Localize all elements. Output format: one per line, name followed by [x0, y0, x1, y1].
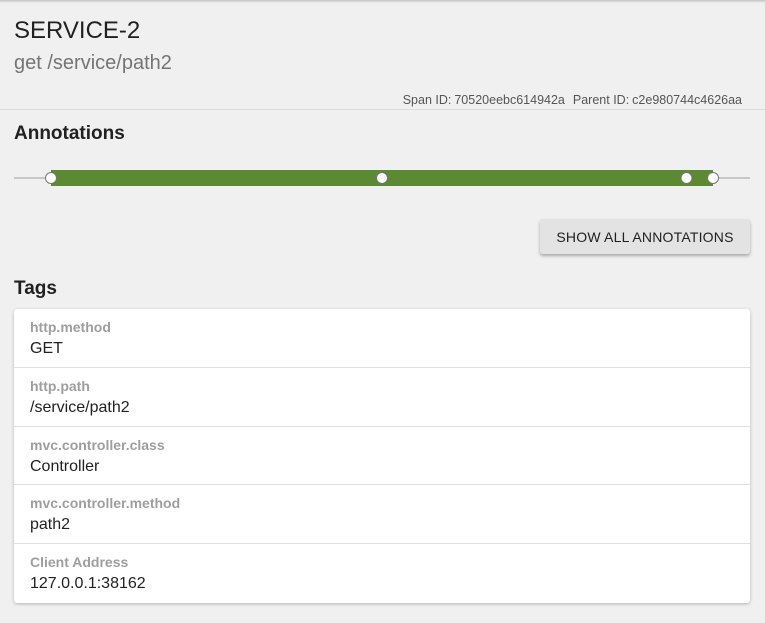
annotations-timeline [14, 170, 750, 186]
tag-row: http.path/service/path2 [14, 368, 750, 427]
tag-value: GET [30, 340, 63, 357]
tags-table: http.method GET http.path/service/path2 mvc… [14, 309, 750, 603]
parent-id-value: c2e980744c4626aa [632, 93, 742, 107]
tag-value: /service/path2 [30, 398, 130, 416]
tag-key: mvc.controller.method [30, 495, 181, 512]
tag-key: http.method [30, 319, 111, 335]
service-name: SERVICE-2 [14, 17, 141, 44]
annotation-marker[interactable] [680, 172, 693, 184]
show-all-annotations-button[interactable]: SHOW ALL ANNOTATIONS [540, 219, 750, 254]
tags-title: Tags [14, 278, 57, 299]
annotation-marker[interactable] [45, 172, 57, 184]
span-name: get /service/path2 [14, 52, 172, 74]
span-id-value: 70520eebc614942a [454, 93, 565, 107]
span-id-label: Span ID: [402, 93, 452, 107]
span-ids: Span ID: 70520eebc614942a Parent ID: c2e980… [403, 92, 742, 108]
top-shadow [0, 0, 765, 3]
parent-id-label: Parent ID: [572, 93, 630, 107]
annotations-title: Annotations [14, 123, 125, 144]
tag-value: 127.0.0.1:38162 [30, 575, 146, 593]
tag-key: Client Address [30, 554, 129, 571]
tag-row: Client Address 127.0.0.1:38162 [14, 544, 750, 603]
tag-value: path2 [30, 516, 71, 534]
tag-row: http.method GET [14, 309, 750, 368]
tag-value: Controller [30, 457, 100, 475]
tag-row: mvc.controller.method path2 [14, 485, 750, 545]
tag-key: http.path [30, 377, 90, 394]
tag-row: mvc.controller.class Controller [14, 427, 750, 486]
annotation-marker[interactable] [707, 172, 719, 184]
annotation-marker[interactable] [376, 172, 388, 184]
tag-key: mvc.controller.class [30, 436, 165, 453]
span-header: SERVICE-2 get /service/path2 Span ID: 705… [0, 0, 765, 110]
